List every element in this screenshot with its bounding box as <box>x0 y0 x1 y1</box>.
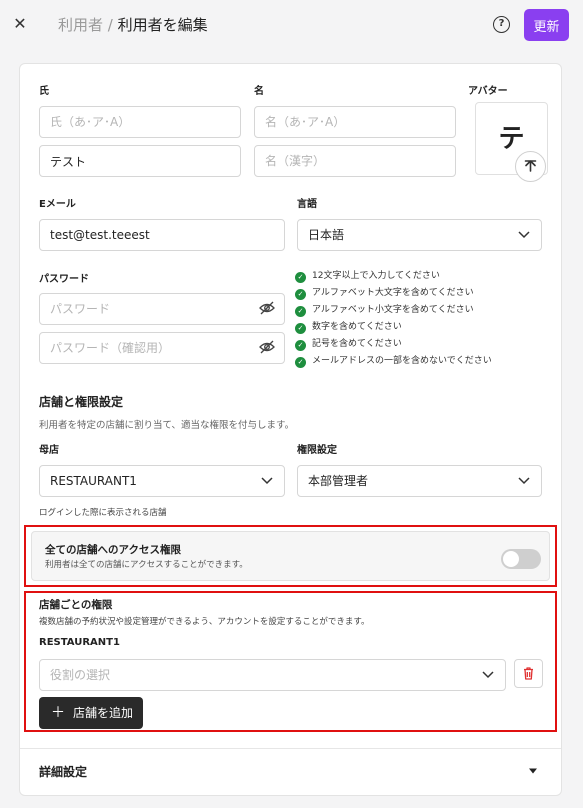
password-rule: ✓ 数字を含めてください <box>295 319 555 336</box>
per-store-desc: 複数店舗の予約状況や設定管理ができるよう、アカウントを設定することができます。 <box>39 617 370 627</box>
chevron-down-icon <box>482 671 494 679</box>
password-input[interactable] <box>39 293 285 325</box>
chevron-down-icon <box>518 231 530 239</box>
upload-icon <box>524 160 537 172</box>
breadcrumb: 利用者 / 利用者を編集 <box>58 14 208 36</box>
trash-icon <box>524 667 533 680</box>
all-access-toggle[interactable] <box>501 549 541 569</box>
first-name-label: 名 <box>254 86 264 97</box>
caret-down-icon <box>529 768 537 774</box>
check-icon: ✓ <box>295 340 306 351</box>
delete-store-button[interactable] <box>514 659 543 688</box>
breadcrumb-separator: / <box>103 16 118 34</box>
last-name-kana-input[interactable] <box>39 106 241 138</box>
toggle-knob <box>503 551 519 567</box>
password-rule: ✓ 記号を含めてください <box>295 336 555 353</box>
permission-label: 権限設定 <box>297 445 337 456</box>
password-input-wrapper <box>39 293 285 325</box>
eye-off-icon[interactable] <box>259 301 275 315</box>
check-icon: ✓ <box>295 306 306 317</box>
role-select[interactable]: 役割の選択 <box>39 659 506 691</box>
password-rule: ✓ アルファベット大文字を含めてください <box>295 285 555 302</box>
first-name-kanji-input[interactable] <box>254 145 456 177</box>
breadcrumb-parent[interactable]: 利用者 <box>58 16 103 34</box>
details-accordion[interactable]: 詳細設定 <box>20 749 561 795</box>
password-rule: ✓ メールアドレスの一部を含めないでください <box>295 353 555 370</box>
avatar-upload-button[interactable] <box>515 151 546 182</box>
home-store-label: 母店 <box>39 445 59 456</box>
home-store-select[interactable]: RESTAURANT1 <box>39 465 285 497</box>
store-section-title: 店舗と権限設定 <box>39 395 124 409</box>
password-rule: ✓ 12文字以上で入力してください <box>295 268 555 285</box>
password-confirm-input[interactable] <box>39 332 285 364</box>
check-icon: ✓ <box>295 272 306 283</box>
check-icon: ✓ <box>295 357 306 368</box>
chevron-down-icon <box>518 477 530 485</box>
top-bar: ✕ 利用者 / 利用者を編集 ? 更新 <box>0 0 583 50</box>
plus-icon: ＋ <box>51 705 65 721</box>
eye-off-icon[interactable] <box>259 340 275 354</box>
all-access-title: 全ての店舗へのアクセス権限 <box>45 544 181 556</box>
language-value: 日本語 <box>308 228 345 242</box>
password-rule: ✓ アルファベット小文字を含めてください <box>295 302 555 319</box>
all-access-desc: 利用者は全ての店舗にアクセスすることができます。 <box>45 560 248 570</box>
password-rules-list: ✓ 12文字以上で入力してください ✓ アルファベット大文字を含めてください ✓ アル… <box>295 268 555 370</box>
chevron-down-icon <box>261 477 273 485</box>
password-confirm-wrapper <box>39 332 285 364</box>
role-placeholder: 役割の選択 <box>50 668 111 682</box>
help-circle-icon[interactable]: ? <box>493 16 510 33</box>
avatar-label: アバター <box>468 86 508 97</box>
home-store-hint: ログインした際に表示される店舗 <box>39 508 167 518</box>
check-icon: ✓ <box>295 289 306 300</box>
close-icon[interactable]: ✕ <box>10 14 30 34</box>
add-store-label: 店舗を追加 <box>73 706 134 720</box>
password-label: パスワード <box>39 274 89 285</box>
page-title: 利用者を編集 <box>117 16 208 34</box>
update-button[interactable]: 更新 <box>524 9 569 41</box>
all-store-access-panel: 全ての店舗へのアクセス権限 利用者は全ての店舗にアクセスすることができます。 <box>31 531 550 581</box>
per-store-title: 店舗ごとの権限 <box>39 599 113 611</box>
check-icon: ✓ <box>295 323 306 334</box>
home-store-value: RESTAURANT1 <box>50 474 137 488</box>
permission-select[interactable]: 本部管理者 <box>297 465 542 497</box>
store-name: RESTAURANT1 <box>39 637 120 648</box>
first-name-kana-input[interactable] <box>254 106 456 138</box>
language-label: 言語 <box>297 199 317 210</box>
last-name-label: 氏 <box>39 86 49 97</box>
edit-user-card: 氏 名 アバター テ Eメール 言語 日本語 パスワード ✓12文字以上で入力し… <box>19 63 562 796</box>
store-section-subtitle: 利用者を特定の店舗に割り当て、適当な権限を付与します。 <box>39 420 295 431</box>
permission-value: 本部管理者 <box>308 474 369 488</box>
last-name-input[interactable] <box>39 145 241 177</box>
details-label: 詳細設定 <box>39 765 88 779</box>
email-label: Eメール <box>39 199 76 210</box>
email-field[interactable] <box>39 219 285 251</box>
add-store-button[interactable]: ＋ 店舗を追加 <box>39 697 143 729</box>
language-select[interactable]: 日本語 <box>297 219 542 251</box>
